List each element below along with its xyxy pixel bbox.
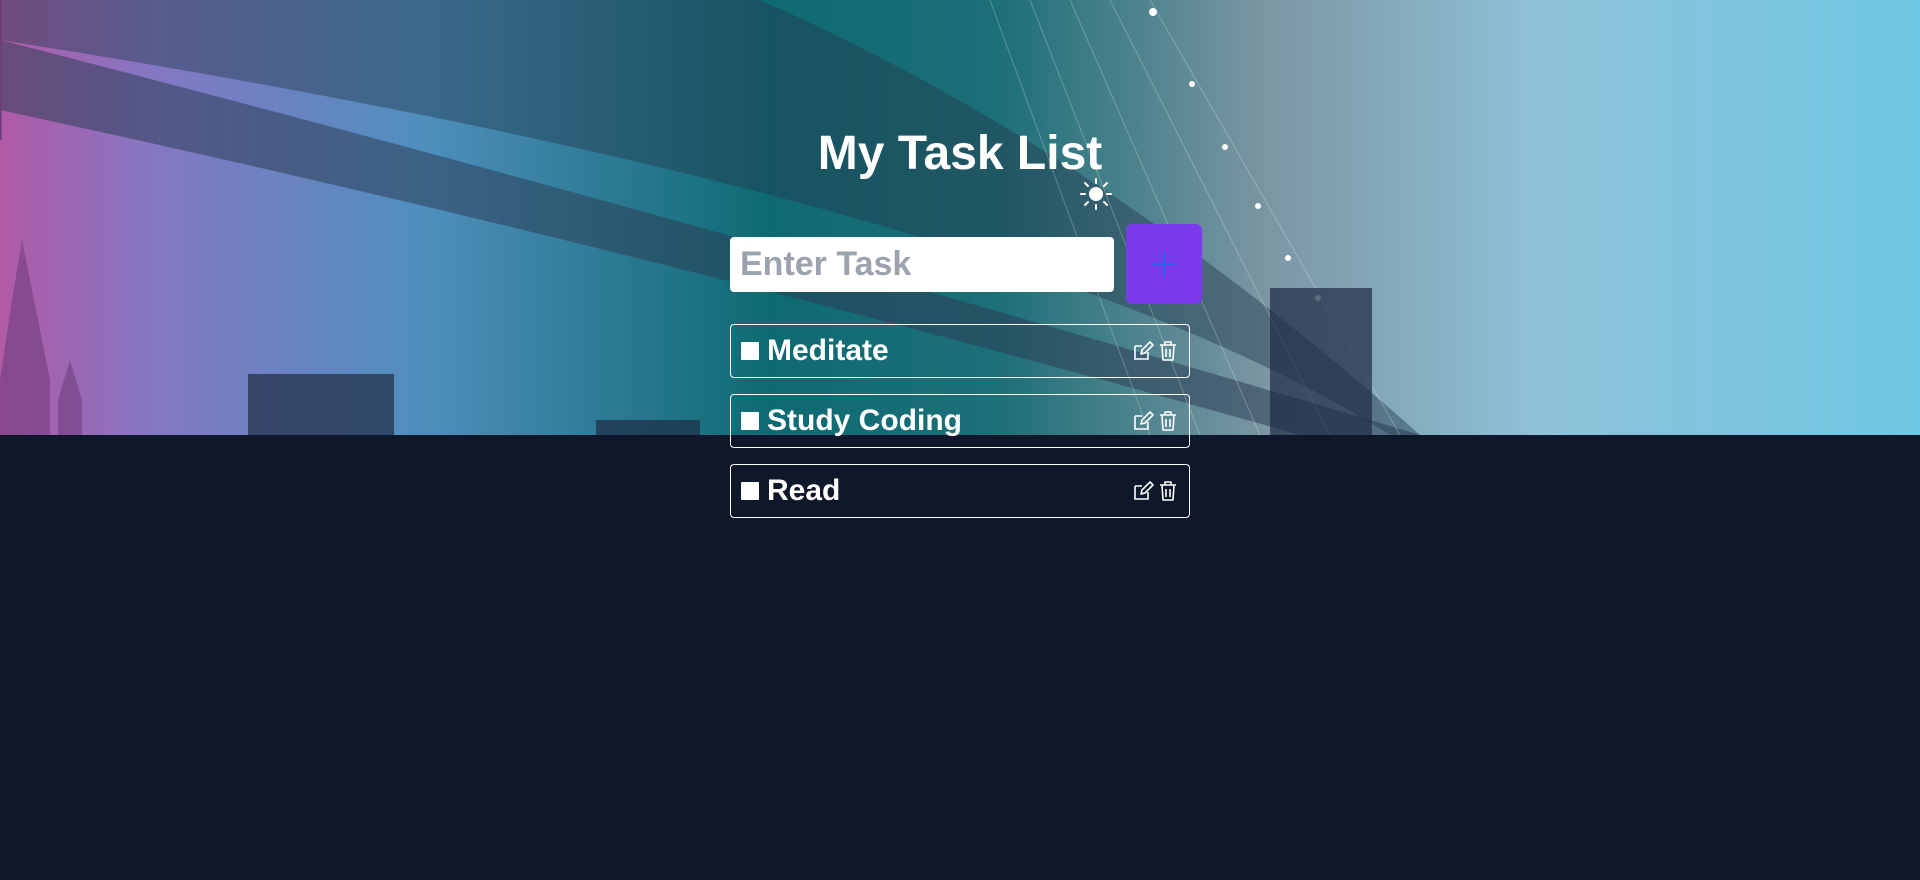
task-label: Study Coding [767,404,962,437]
trash-icon[interactable] [1157,340,1179,362]
page-title: My Task List [817,127,1103,180]
task-item: Study Coding [730,394,1190,448]
task-item: Meditate [730,324,1190,378]
task-checkbox[interactable] [741,342,759,360]
edit-icon[interactable] [1132,480,1154,502]
add-task-button[interactable] [1126,224,1202,304]
task-list: Meditate Study Coding Read [730,324,1190,534]
plus-icon [1152,252,1176,276]
task-label: Meditate [767,334,889,367]
task-checkbox[interactable] [741,482,759,500]
edit-icon[interactable] [1132,340,1154,362]
theme-toggle[interactable] [1080,178,1112,210]
task-checkbox[interactable] [741,412,759,430]
task-actions [1132,480,1179,502]
task-actions [1132,340,1179,362]
task-actions [1132,410,1179,432]
trash-icon[interactable] [1157,480,1179,502]
sun-icon [1080,178,1112,210]
task-label: Read [767,474,841,507]
trash-icon[interactable] [1157,410,1179,432]
task-input[interactable] [730,237,1114,292]
task-item: Read [730,464,1190,518]
edit-icon[interactable] [1132,410,1154,432]
